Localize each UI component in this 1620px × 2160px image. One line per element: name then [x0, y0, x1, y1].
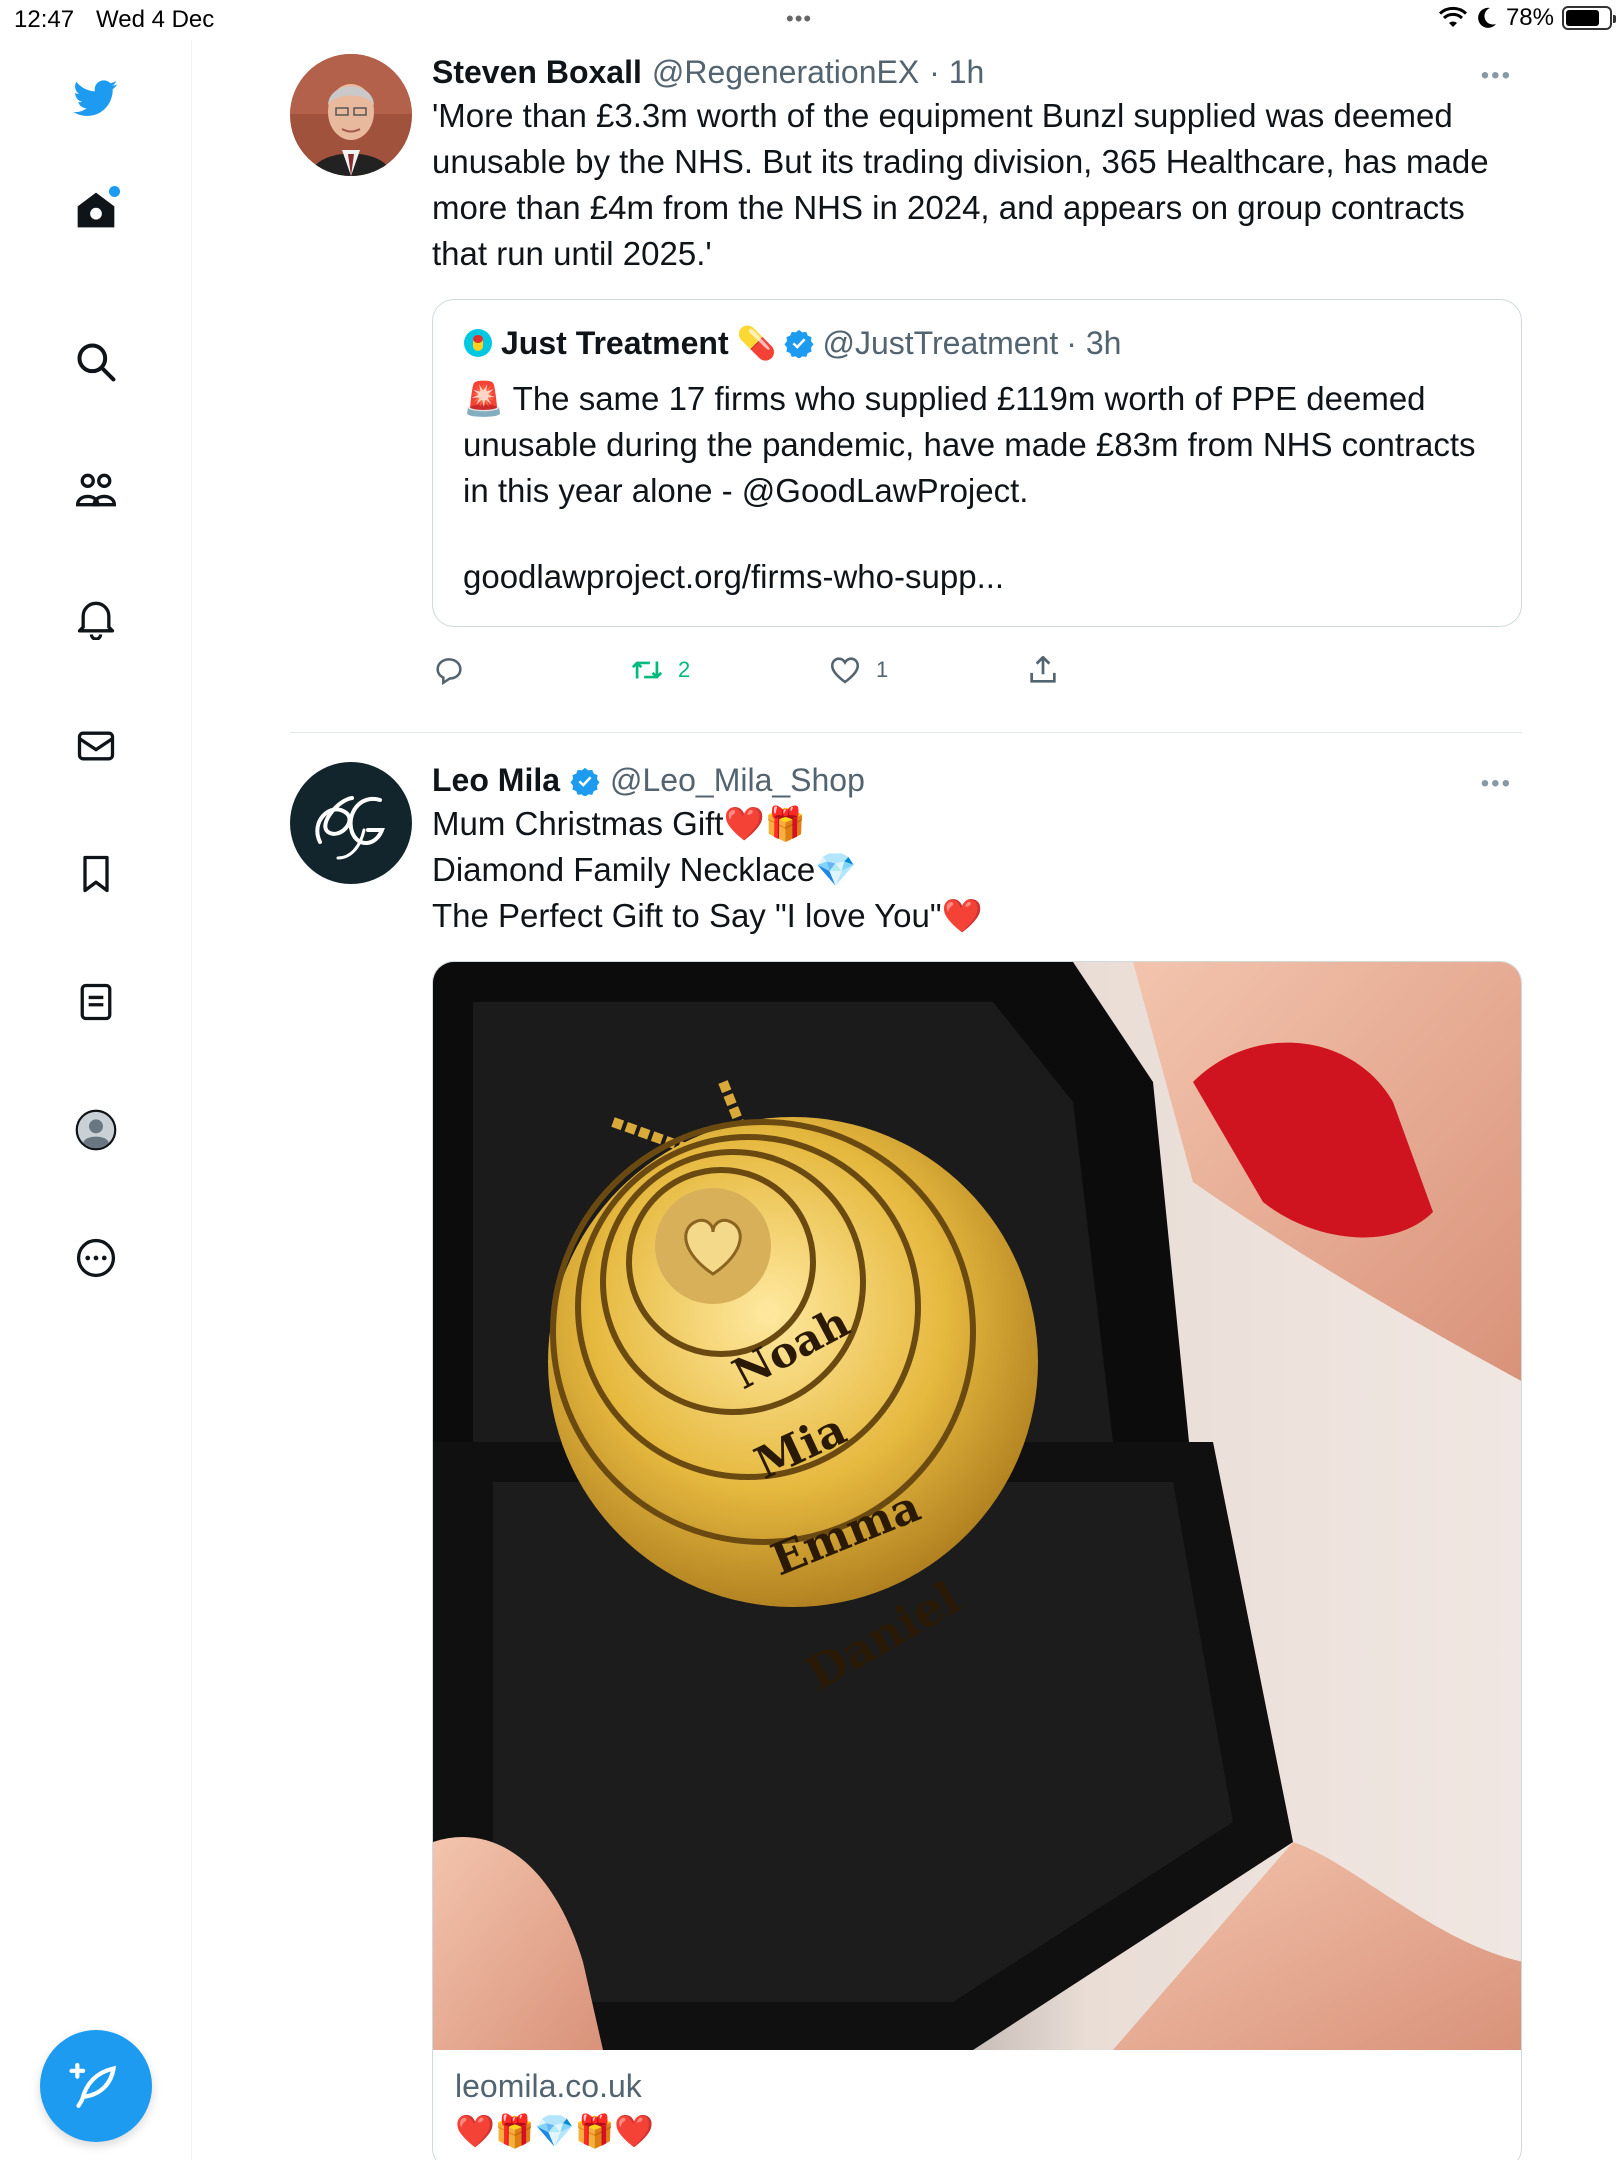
avatar-steven-boxall[interactable]	[290, 54, 412, 176]
author-name[interactable]: Leo Mila	[432, 762, 560, 799]
quoted-tweet-time[interactable]: · 3h	[1066, 325, 1121, 362]
status-bar: 12:47 Wed 4 Dec ••• 78%	[0, 0, 1620, 40]
timeline-feed: Steven Boxall @RegenerationEX · 1h ••• '…	[192, 40, 1620, 2160]
author-handle[interactable]: @RegenerationEX	[652, 54, 919, 91]
siren-emoji: 🚨	[463, 380, 505, 417]
retweet-count: 2	[678, 657, 691, 682]
battery-icon	[1562, 6, 1616, 30]
wifi-icon	[1438, 6, 1467, 27]
home-icon[interactable]	[64, 178, 128, 242]
pill-emoji: 💊	[736, 325, 777, 361]
tweet[interactable]: Leo Mila @Leo_Mila_Shop ••• Mum Christma…	[290, 762, 1522, 2160]
quoted-tweet-link[interactable]: goodlawproject.org/firms-who-supp...	[463, 554, 1491, 600]
card-domain[interactable]: leomila.co.uk	[455, 2068, 1499, 2105]
author-name[interactable]: Steven Boxall	[432, 54, 642, 91]
tweet-text: Mum Christmas Gift❤️🎁 Diamond Family Nec…	[432, 801, 1522, 939]
tweet-text-line: The Perfect Gift to Say "I love You"❤️	[432, 897, 983, 934]
share-button[interactable]	[1026, 653, 1060, 687]
tweet-text-line: Mum Christmas Gift❤️🎁	[432, 805, 806, 842]
quoted-tweet-header: Just Treatment 💊 @JustTreatment · 3h	[463, 324, 1491, 362]
share-icon	[1030, 655, 1056, 683]
more-options-icon[interactable]	[64, 1226, 128, 1290]
battery-percentage: 78%	[1505, 4, 1554, 31]
tweet-text: 'More than £3.3m worth of the equipment …	[432, 97, 1489, 272]
avatar-leo-mila[interactable]	[290, 762, 412, 884]
verified-badge-icon	[784, 329, 814, 358]
card-meta: leomila.co.uk ❤️🎁💎🎁❤️	[433, 2050, 1521, 2160]
tweet-header: Leo Mila @Leo_Mila_Shop	[432, 762, 1522, 799]
battery-fill	[1566, 10, 1599, 26]
quoted-tweet-text: 🚨 The same 17 firms who supplied £119m w…	[463, 376, 1491, 514]
messages-envelope-icon[interactable]	[64, 714, 128, 778]
tweet[interactable]: Steven Boxall @RegenerationEX · 1h ••• '…	[290, 54, 1522, 734]
tweet-divider	[290, 732, 1522, 733]
more-icon[interactable]: •••	[1481, 770, 1512, 798]
just-treatment-avatar[interactable]	[463, 328, 493, 358]
retweet-icon	[631, 661, 663, 679]
quoted-tweet[interactable]: Just Treatment 💊 @JustTreatment · 3h 🚨 T…	[432, 299, 1522, 627]
profile-avatar-icon[interactable]	[64, 1098, 128, 1162]
compose-feather-icon	[69, 2062, 117, 2108]
like-count: 1	[876, 657, 889, 682]
heart-icon	[830, 657, 860, 684]
necklace-photo[interactable]: Noah Mia Emma Daniel	[433, 962, 1521, 2050]
tweet-time[interactable]: · 1h	[929, 54, 984, 91]
sidebar-nav	[0, 40, 192, 2160]
verified-badge-icon	[570, 767, 600, 796]
promoted-media-card[interactable]: Noah Mia Emma Daniel leomila.co.uk ❤️🎁💎🎁…	[432, 961, 1522, 2160]
tweet-body: Steven Boxall @RegenerationEX · 1h ••• '…	[432, 54, 1522, 703]
communities-icon[interactable]	[64, 458, 128, 522]
reply-icon	[436, 658, 462, 686]
tweet-actions: 2 1	[432, 643, 1522, 703]
tweet-body: Leo Mila @Leo_Mila_Shop ••• Mum Christma…	[432, 762, 1522, 2160]
more-icon[interactable]: •••	[1481, 62, 1512, 90]
quoted-author-handle[interactable]: @JustTreatment	[822, 325, 1058, 362]
search-icon[interactable]	[64, 330, 128, 394]
lists-icon[interactable]	[64, 970, 128, 1034]
author-handle[interactable]: @Leo_Mila_Shop	[610, 762, 865, 799]
home-notification-dot	[109, 186, 120, 197]
retweet-button[interactable]: 2	[630, 653, 690, 687]
status-right: 78%	[1438, 4, 1616, 32]
multitask-dots[interactable]: •••	[786, 6, 812, 32]
tweet-text-line: Diamond Family Necklace💎	[432, 851, 857, 888]
quoted-tweet-body: The same 17 firms who supplied £119m wor…	[463, 380, 1476, 509]
notifications-bell-icon[interactable]	[64, 586, 128, 650]
do-not-disturb-moon-icon	[1478, 7, 1496, 28]
tweet-header: Steven Boxall @RegenerationEX · 1h	[432, 54, 1522, 91]
compose-tweet-button[interactable]	[40, 2030, 152, 2142]
reply-button[interactable]	[432, 653, 480, 687]
bookmarks-icon[interactable]	[64, 842, 128, 906]
card-emojis: ❤️🎁💎🎁❤️	[455, 2113, 655, 2149]
twitter-logo-icon[interactable]	[64, 66, 128, 130]
status-date: Wed 4 Dec	[96, 6, 215, 33]
quoted-author-name[interactable]: Just Treatment	[501, 325, 729, 362]
like-button[interactable]: 1	[828, 653, 888, 687]
status-time: 12:47	[14, 6, 75, 33]
